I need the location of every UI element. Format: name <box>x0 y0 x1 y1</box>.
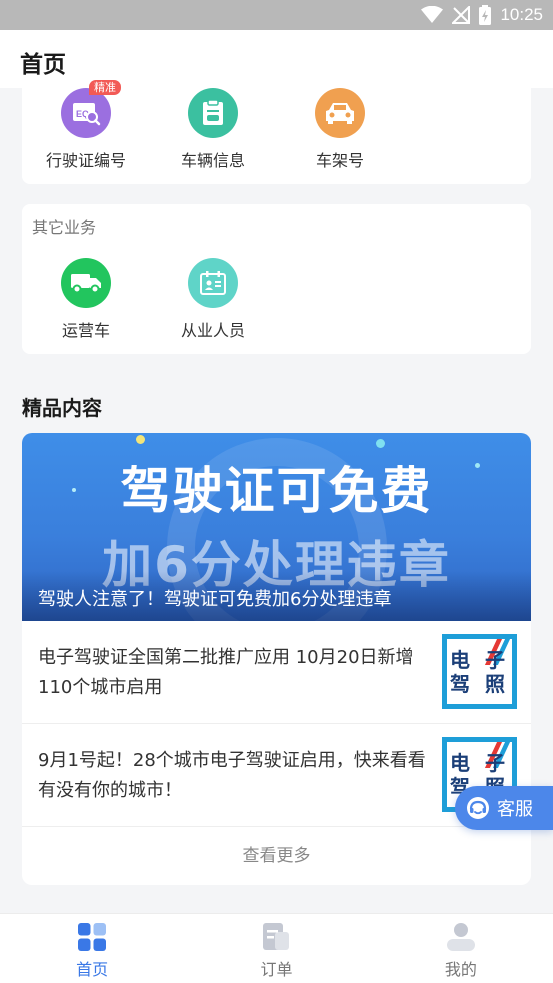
car-vin-icon <box>315 88 365 138</box>
clipboard-car-icon <box>188 88 238 138</box>
service-label: 从业人员 <box>180 321 245 340</box>
no-signal-icon <box>452 6 471 24</box>
bottom-tab-bar: 首页 订单 我的 <box>0 913 553 983</box>
view-more-link[interactable]: 查看更多 <box>22 827 531 885</box>
precise-badge: 精准 <box>89 80 121 95</box>
service-vin[interactable]: 车架号 <box>280 88 400 171</box>
order-doc-icon <box>263 923 290 950</box>
tab-orders[interactable]: 订单 <box>184 914 368 983</box>
banner-dot <box>136 435 145 444</box>
customer-service-label: 客服 <box>497 799 533 820</box>
article-item[interactable]: 电子驾驶证全国第二批推广应用 10月20日新增110个城市启用 电 子 驾 照 <box>22 621 531 724</box>
banner-caption: 驾驶人注意了！驾驶证可免费加6分处理违章 <box>22 571 531 621</box>
tab-profile[interactable]: 我的 <box>369 914 553 983</box>
status-icons: 10:25 <box>421 4 543 26</box>
service-vehicle-info[interactable]: 车辆信息 <box>153 88 273 171</box>
battery-icon <box>479 5 492 25</box>
thumb-text: 驾 照 <box>450 671 509 696</box>
headset-icon <box>467 797 489 819</box>
title-bar: 首页 <box>0 30 553 88</box>
article-title: 电子驾驶证全国第二批推广应用 10月20日新增110个城市启用 <box>38 647 414 698</box>
customer-service-button[interactable]: 客服 <box>455 786 553 830</box>
service-label: 车辆信息 <box>180 151 245 170</box>
id-card-icon <box>188 258 238 308</box>
banner-dot <box>376 439 385 448</box>
tab-label: 首页 <box>76 960 109 979</box>
article-thumbnail: 电 子 驾 照 <box>442 634 517 709</box>
tab-home[interactable]: 首页 <box>0 914 184 983</box>
license-card-icon: EQ 精准 <box>61 80 121 138</box>
banner-caption-text: 驾驶人注意了！驾驶证可免费加6分处理违章 <box>38 589 392 610</box>
service-practitioners[interactable]: 从业人员 <box>153 258 273 341</box>
wifi-icon <box>421 6 444 23</box>
status-time: 10:25 <box>500 5 543 24</box>
banner-headline: 驾驶证可免费 <box>120 462 433 520</box>
featured-banner[interactable]: 驾驶证可免费 加6分处理违章 驾驶人注意了！驾驶证可免费加6分处理违章 <box>22 433 531 621</box>
other-services-card: 其它业务 运营车 从业人员 <box>22 204 531 354</box>
page-title: 首页 <box>20 52 66 78</box>
query-services-card: EQ 精准 行驶证编号 车辆信息 车架号 <box>22 80 531 184</box>
home-grid-icon <box>78 923 107 951</box>
article-title: 9月1号起！28个城市电子驾驶证启用，快来看看有没有你的城市！ <box>38 750 426 801</box>
tab-label: 订单 <box>260 960 293 979</box>
thumb-text: 电 子 <box>450 647 509 672</box>
tab-label: 我的 <box>444 960 477 979</box>
service-label: 车架号 <box>315 151 364 170</box>
service-operating-vehicle[interactable]: 运营车 <box>26 258 146 341</box>
service-label: 行驶证编号 <box>45 151 126 170</box>
featured-section-title: 精品内容 <box>22 396 102 420</box>
profile-icon <box>446 923 475 951</box>
other-services-title: 其它业务 <box>32 218 97 237</box>
service-license-number[interactable]: EQ 精准 行驶证编号 <box>26 80 146 171</box>
thumb-text: 电 子 <box>450 750 509 775</box>
featured-content-card: 驾驶证可免费 加6分处理违章 驾驶人注意了！驾驶证可免费加6分处理违章 电子驾驶… <box>22 433 531 885</box>
status-bar: 10:25 <box>0 0 553 30</box>
service-label: 运营车 <box>61 321 110 340</box>
truck-icon <box>61 258 111 308</box>
